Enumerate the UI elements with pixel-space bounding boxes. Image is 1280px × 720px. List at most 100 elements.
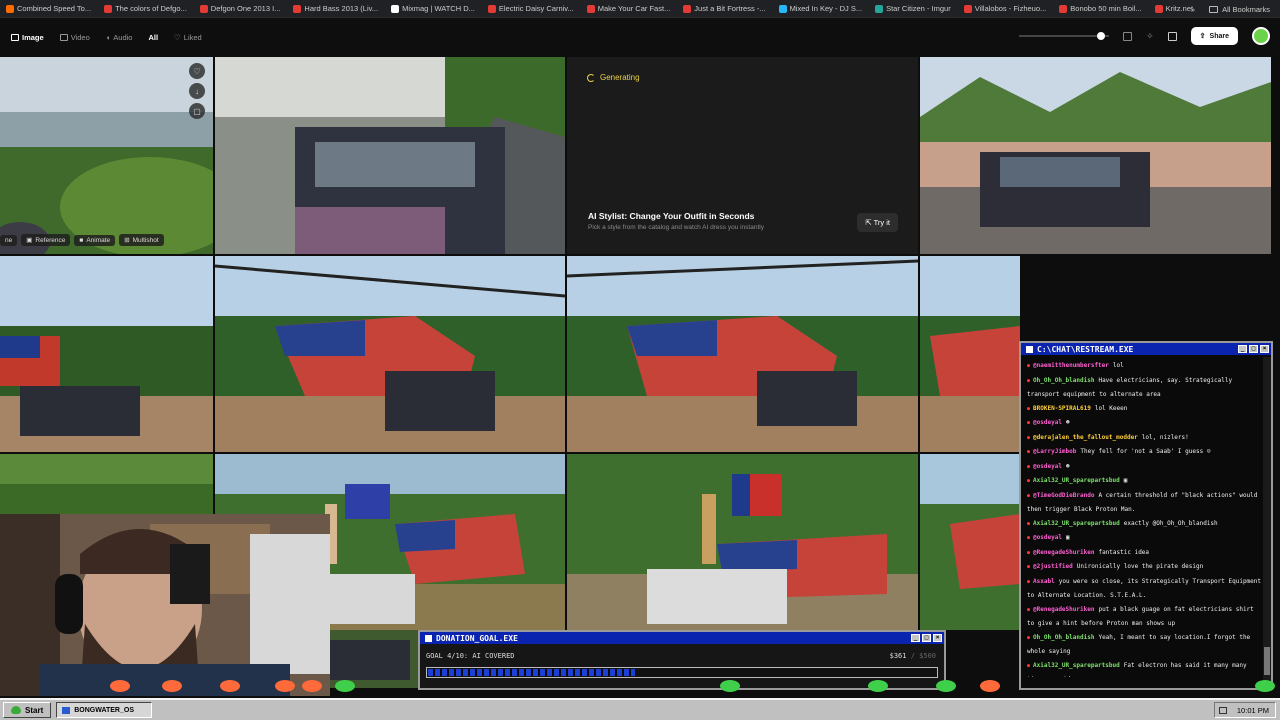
- image-tile[interactable]: [920, 57, 1271, 254]
- bookmark-item[interactable]: Electric Daisy Carniv...: [487, 4, 574, 13]
- bookmark-item[interactable]: Villalobos - Fizheuo...: [963, 4, 1046, 13]
- chat-username[interactable]: Axial32_UR_sparepartsbud: [1033, 520, 1120, 527]
- chat-username[interactable]: @2justified: [1033, 563, 1073, 570]
- image-tile[interactable]: [325, 630, 420, 688]
- chat-username[interactable]: @derajalen_the_fallout_modder: [1033, 434, 1138, 441]
- minimize-button[interactable]: _: [911, 634, 920, 642]
- bookmark-item[interactable]: Defgon One 2013 I...: [199, 4, 280, 13]
- donation-progress-bar: [426, 667, 938, 678]
- chat-username[interactable]: @TimeGodDieBrando: [1033, 492, 1094, 499]
- settings-icon[interactable]: ✧: [1146, 31, 1154, 42]
- image-tile[interactable]: [215, 57, 565, 254]
- favicon-icon: [683, 4, 692, 13]
- bookmark-item[interactable]: Mixed In Key - DJ S...: [778, 4, 862, 13]
- start-button[interactable]: Start: [3, 702, 52, 718]
- taskbar: Start BONGWATER_OS 10:01 PM: [0, 698, 1280, 720]
- chat-username[interactable]: Asxabl: [1033, 578, 1055, 585]
- favicon-icon: [586, 4, 595, 13]
- maximize-button[interactable]: □: [922, 634, 931, 642]
- chat-username[interactable]: @osdeyal: [1033, 419, 1062, 426]
- maximize-button[interactable]: □: [1249, 345, 1258, 353]
- promo-subtitle: Pick a style from the catalog and watch …: [588, 224, 764, 231]
- promo-title: AI Stylist: Change Your Outfit in Second…: [588, 211, 755, 221]
- close-button[interactable]: ×: [933, 634, 942, 642]
- chat-username[interactable]: Oh_Oh_Oh_blandish: [1033, 634, 1094, 641]
- multishot-button[interactable]: ⊞ Multishot: [119, 234, 164, 246]
- donation-progress-fill: [428, 669, 636, 676]
- chat-text: lol: [1112, 362, 1124, 369]
- chat-text: lol Keeen: [1094, 404, 1128, 412]
- bookmark-item[interactable]: Hard Bass 2013 (Liv...: [293, 4, 378, 13]
- try-it-button[interactable]: ⇱ Try it: [857, 213, 898, 232]
- grid-view-icon[interactable]: [1167, 31, 1177, 41]
- favicon-icon: [1154, 4, 1163, 13]
- chat-scrollbar-thumb[interactable]: [1264, 647, 1270, 675]
- minimize-button[interactable]: _: [1238, 345, 1247, 353]
- bookmark-item[interactable]: The colors of Defgo...: [104, 4, 187, 13]
- chat-username[interactable]: @naemitthenumbersfter: [1033, 362, 1109, 369]
- chat-message: ● Oh_Oh_Oh_blandish Yeah, I meant to say …: [1027, 631, 1261, 659]
- bookmark-item[interactable]: Just a Bit Fortress -...: [683, 4, 766, 13]
- monitor-icon[interactable]: [1219, 706, 1227, 714]
- chat-username[interactable]: @LarryJimbob: [1033, 448, 1076, 455]
- image-tile[interactable]: [920, 454, 1020, 630]
- bookmark-label: Combined Speed To...: [17, 4, 92, 13]
- image-tile[interactable]: [920, 256, 1020, 452]
- list-view-icon[interactable]: [1123, 31, 1133, 41]
- chat-text: Unironically love the pirate design: [1076, 563, 1204, 570]
- image-tile[interactable]: ♡ ↓ ▢: [0, 57, 213, 254]
- chat-scrollbar[interactable]: [1263, 357, 1271, 688]
- reference-button[interactable]: ▣ Reference: [21, 234, 71, 246]
- car-road-image: [215, 57, 565, 254]
- image-tile[interactable]: [567, 256, 918, 452]
- reference-icon: ▣: [26, 237, 33, 244]
- bookmark-item[interactable]: Kritz.net: [1154, 4, 1193, 13]
- bookmark-item[interactable]: Combined Speed To...: [6, 4, 91, 13]
- action-label: Reference: [35, 236, 66, 244]
- chat-username[interactable]: @osdeyal: [1033, 463, 1062, 470]
- user-avatar[interactable]: [1252, 27, 1270, 45]
- image-tile[interactable]: [567, 454, 918, 630]
- taskbar-window-item[interactable]: BONGWATER_OS: [56, 702, 153, 718]
- image-tile[interactable]: [0, 256, 213, 452]
- jungle-image: [0, 454, 213, 514]
- delete-icon[interactable]: ▢: [189, 103, 205, 119]
- chat-username[interactable]: Axial32_UR_sparepartsbud: [1033, 662, 1120, 669]
- filter-video[interactable]: Video: [52, 29, 98, 46]
- bookmark-item[interactable]: Make Your Car Fast...: [586, 4, 670, 13]
- chat-username[interactable]: @RenegadeShuriken: [1033, 549, 1094, 556]
- donation-goal-text: GOAL 4/10: AI COVERED: [426, 652, 515, 660]
- share-icon: ⇪: [1199, 33, 1206, 40]
- image-tile[interactable]: [215, 256, 565, 452]
- close-button[interactable]: ×: [1260, 345, 1269, 353]
- chat-username[interactable]: @RenegadeShuriken: [1033, 606, 1094, 613]
- helicopter-car-image: [567, 256, 918, 452]
- image-tile[interactable]: [0, 454, 213, 514]
- all-bookmarks-button[interactable]: All Bookmarks: [1209, 5, 1270, 14]
- filter-image[interactable]: Image: [3, 29, 52, 46]
- zoom-slider[interactable]: [1019, 32, 1110, 40]
- filter-all[interactable]: All: [140, 29, 166, 46]
- animate-button[interactable]: ■ Animate: [74, 234, 116, 246]
- bookmark-item[interactable]: Bonobo 50 min Boil...: [1059, 4, 1142, 13]
- download-icon[interactable]: ↓: [189, 83, 205, 99]
- action-ne[interactable]: ne: [0, 234, 18, 246]
- chat-title: C:\CHAT\RESTREAM.EXE: [1037, 344, 1134, 354]
- chat-username[interactable]: BROKEN-SPIRAL619: [1033, 405, 1091, 412]
- zoom-slider-knob[interactable]: [1097, 32, 1106, 40]
- bookmark-item[interactable]: Star Citizen - Imgur: [875, 4, 951, 13]
- bookmark-label: Just a Bit Fortress -...: [694, 4, 766, 13]
- chat-username[interactable]: Axial32_UR_sparepartsbud: [1033, 477, 1120, 484]
- filter-label: Video: [70, 32, 90, 42]
- window-icon: [62, 706, 71, 714]
- like-icon[interactable]: ♡: [189, 63, 205, 79]
- share-button[interactable]: ⇪ Share: [1190, 27, 1238, 45]
- favicon-icon: [391, 4, 400, 13]
- filter-audio[interactable]: ◖ Audio: [98, 29, 141, 46]
- bookmark-item[interactable]: Mixmag | WATCH D...: [391, 4, 475, 13]
- filter-liked[interactable]: ♡ Liked: [166, 29, 210, 46]
- chat-username[interactable]: @osdeyal: [1033, 534, 1062, 541]
- chat-username[interactable]: Oh_Oh_Oh_blandish: [1033, 377, 1094, 384]
- chat-message: ● Oh_Oh_Oh_blandish Have electricians, sa…: [1027, 374, 1261, 402]
- more-bookmarks-button[interactable]: »: [1191, 5, 1195, 14]
